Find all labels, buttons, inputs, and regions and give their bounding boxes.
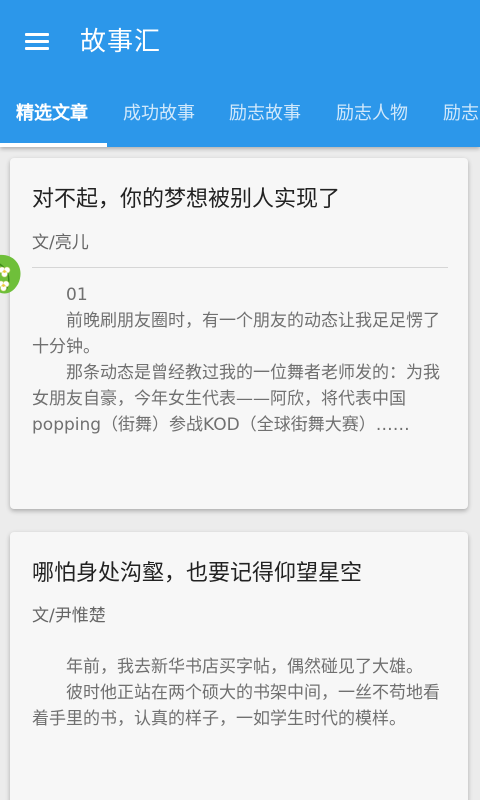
app-title: 故事汇 — [80, 27, 162, 57]
article-excerpt: 01 前晚刷朋友圈时，有一个朋友的动态让我足足愣了十分钟。 那条动态是曾经教过我… — [32, 282, 442, 438]
menu-icon-line — [25, 40, 49, 43]
article-card[interactable]: 哪怕身处沟壑，也要记得仰望星空 文/尹惟楚 年前，我去新华书店买字帖，偶然碰见了… — [10, 532, 468, 800]
tab-inspirational-people[interactable]: 励志人物 — [336, 88, 408, 143]
article-title: 哪怕身处沟壑，也要记得仰望星空 — [32, 561, 363, 586]
menu-icon-line — [25, 33, 49, 36]
article-excerpt: 年前，我去新华书店买字帖，偶然碰见了大雄。 彼时他正站在两个硕大的书架中间，一丝… — [32, 654, 442, 732]
excerpt-paragraph: 年前，我去新华书店买字帖，偶然碰见了大雄。 — [66, 657, 423, 677]
article-feed[interactable]: 对不起，你的梦想被别人实现了 文/亮儿 01 前晚刷朋友圈时，有一个朋友的动态让… — [0, 147, 480, 800]
article-author: 文/尹惟楚 — [32, 606, 106, 626]
leaf-flower-icon — [0, 254, 21, 294]
app-bar: 故事汇 精选文章 成功故事 励志故事 励志人物 励志 — [0, 0, 480, 147]
tab-success-stories[interactable]: 成功故事 — [123, 88, 195, 143]
menu-icon-line — [25, 47, 49, 50]
excerpt-paragraph: 前晚刷朋友圈时，有一个朋友的动态让我足足愣了十分钟。 — [32, 311, 440, 357]
excerpt-paragraph: 那条动态是曾经教过我的一位舞者老师发的：为我女朋友自豪，今年女生代表——阿欣，将… — [32, 363, 440, 435]
divider — [32, 267, 448, 268]
excerpt-paragraph: 彼时他正站在两个硕大的书架中间，一丝不苟地看着手里的书，认真的样子，一如学生时代… — [32, 683, 440, 729]
menu-button[interactable] — [20, 24, 56, 60]
excerpt-paragraph: 01 — [66, 285, 88, 305]
tab-inspirational-stories[interactable]: 励志故事 — [229, 88, 301, 143]
tab-indicator — [0, 143, 107, 147]
category-tabs: 精选文章 成功故事 励志故事 励志人物 励志 — [0, 88, 480, 147]
article-title: 对不起，你的梦想被别人实现了 — [32, 187, 341, 212]
article-author: 文/亮儿 — [32, 233, 89, 253]
article-card[interactable]: 对不起，你的梦想被别人实现了 文/亮儿 01 前晚刷朋友圈时，有一个朋友的动态让… — [10, 158, 468, 509]
tab-featured[interactable]: 精选文章 — [16, 88, 88, 143]
tab-inspirational-more[interactable]: 励志 — [443, 88, 479, 143]
